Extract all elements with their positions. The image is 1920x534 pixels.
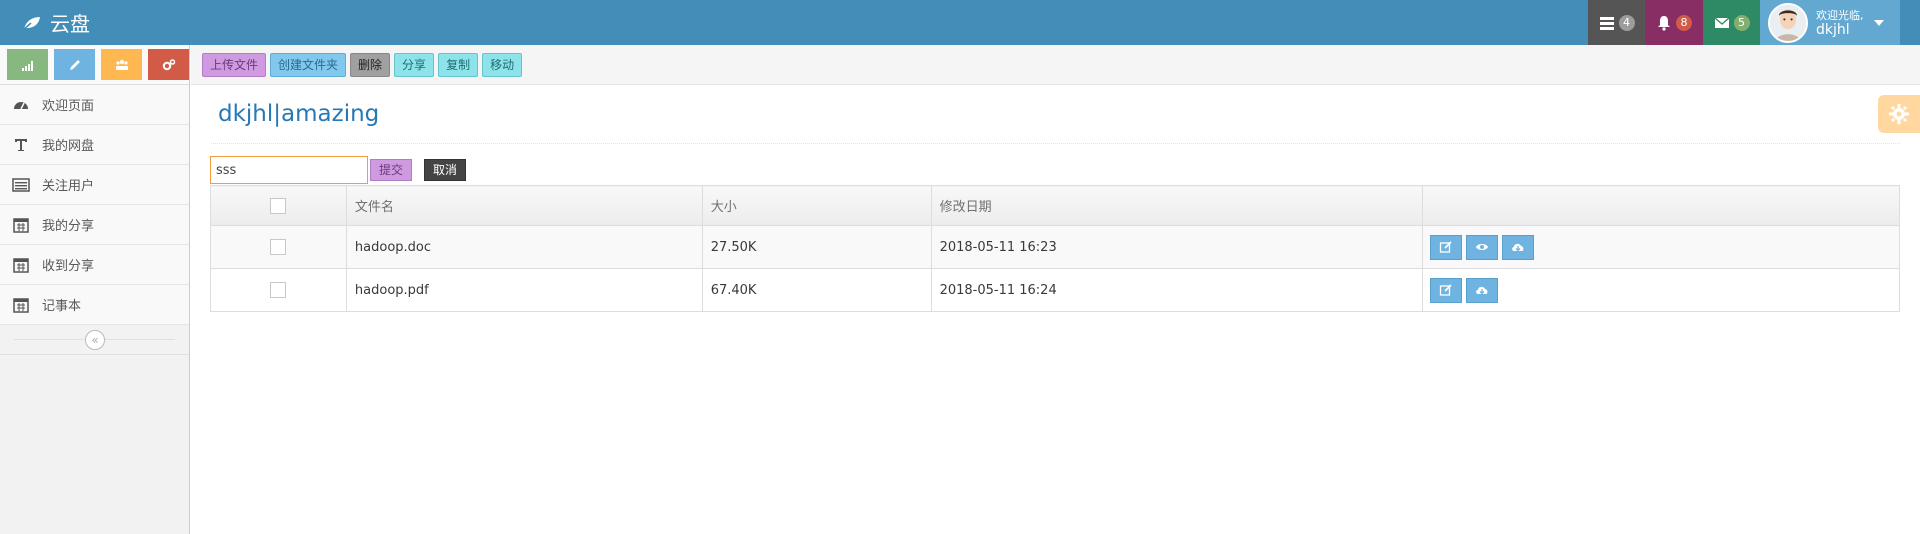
upload-file-button[interactable]: 上传文件: [202, 52, 267, 77]
messages-badge: 5: [1733, 14, 1750, 31]
notifications-button[interactable]: 8: [1645, 0, 1703, 45]
sidebar-item-my-shares[interactable]: 我的分享: [0, 205, 189, 245]
sidebar-item-label: 我的网盘: [42, 139, 95, 154]
tasks-badge: 4: [1618, 14, 1635, 31]
calendar-icon: [12, 256, 30, 274]
shortcut-settings-button[interactable]: [148, 49, 189, 80]
sidebar-item-label: 收到分享: [42, 259, 95, 274]
sidebar-item-label: 我的分享: [42, 219, 95, 234]
move-button[interactable]: 移动: [482, 52, 523, 77]
messages-button[interactable]: 5: [1703, 0, 1760, 45]
shortcut-users-button[interactable]: [101, 49, 142, 80]
download-button[interactable]: [1502, 234, 1535, 260]
signal-icon: [21, 60, 33, 71]
edit-button[interactable]: [1430, 234, 1463, 260]
rename-form: 提交 取消: [210, 156, 467, 184]
table-row: hadoop.pdf 67.40K 2018-05-11 16:24: [210, 268, 1900, 312]
sidebar-item-label: 关注用户: [42, 179, 95, 194]
select-all-checkbox[interactable]: [270, 197, 287, 214]
column-header-size[interactable]: 大小: [701, 185, 932, 226]
envelope-icon: [1714, 17, 1729, 28]
list-icon: [12, 176, 30, 194]
user-avatar-icon: [1770, 4, 1806, 41]
file-name[interactable]: hadoop.pdf: [345, 268, 703, 312]
file-toolbar: 上传文件 创建文件夹 删除 分享 复制 移动: [191, 45, 1920, 85]
calendar-icon: [12, 216, 30, 234]
sidebar-collapse-bar: «: [0, 325, 189, 355]
gear-icon: [1889, 104, 1909, 124]
column-header-modified[interactable]: 修改日期: [930, 185, 1424, 226]
pencil-icon: [69, 59, 80, 70]
shortcut-edit-button[interactable]: [54, 49, 95, 80]
copy-button[interactable]: 复制: [438, 52, 479, 77]
row-actions: [1422, 268, 1900, 312]
edit-button[interactable]: [1430, 277, 1463, 303]
sidebar-item-following[interactable]: 关注用户: [0, 165, 189, 205]
username: dkjhl: [1816, 21, 1850, 38]
bell-icon: [1658, 15, 1670, 31]
shortcut-stats-button[interactable]: [7, 49, 48, 80]
table-header-row: 文件名 大小 修改日期: [210, 185, 1900, 226]
caret-down-icon: [1873, 19, 1884, 26]
text-icon: [12, 136, 30, 154]
sidebar-item-welcome[interactable]: 欢迎页面: [0, 85, 189, 125]
table-row: hadoop.doc 27.50K 2018-05-11 16:23: [210, 225, 1900, 269]
column-header-actions: [1422, 185, 1900, 226]
sidebar-item-label: 欢迎页面: [42, 99, 95, 114]
divider: [211, 143, 1900, 144]
leaf-icon: [22, 16, 40, 31]
dashboard-icon: [12, 96, 30, 114]
select-all-cell: [210, 185, 347, 226]
edit-icon: [1440, 241, 1452, 253]
avatar: [1768, 2, 1808, 43]
settings-panel-button[interactable]: [1878, 95, 1920, 133]
sidebar: 欢迎页面 我的网盘 关注用户 我的分享 收到分享 记事本 «: [0, 45, 190, 534]
tasks-button[interactable]: 4: [1588, 0, 1645, 45]
file-modified: 2018-05-11 16:23: [930, 225, 1424, 269]
row-actions: [1422, 225, 1900, 269]
tasks-icon: [1599, 16, 1614, 30]
row-select-cell: [210, 225, 347, 269]
cogs-icon: [162, 58, 175, 70]
eye-icon: [1476, 244, 1489, 250]
user-menu[interactable]: 欢迎光临, dkjhl: [1760, 0, 1900, 45]
sidebar-item-notebook[interactable]: 记事本: [0, 285, 189, 325]
sidebar-item-label: 记事本: [42, 299, 82, 314]
submit-button[interactable]: 提交: [370, 159, 413, 181]
download-button[interactable]: [1466, 277, 1499, 303]
sidebar-shortcuts: [0, 45, 189, 85]
cancel-button[interactable]: 取消: [424, 159, 467, 181]
group-icon: [115, 59, 128, 70]
edit-icon: [1440, 284, 1452, 296]
cloud-download-icon: [1512, 243, 1524, 252]
main-content: 上传文件 创建文件夹 删除 分享 复制 移动 dkjhl|amazing 提交: [191, 45, 1920, 534]
navbar: 云盘 4 8 5 欢迎光临, dkjhl: [0, 0, 1920, 45]
brand[interactable]: 云盘: [22, 0, 90, 45]
preview-button[interactable]: [1466, 234, 1499, 260]
cloud-download-icon: [1476, 286, 1488, 295]
sidebar-item-received-shares[interactable]: 收到分享: [0, 245, 189, 285]
sidebar-item-my-disk[interactable]: 我的网盘: [0, 125, 189, 165]
file-size: 27.50K: [701, 225, 932, 269]
collapse-sidebar-button[interactable]: «: [85, 330, 105, 350]
brand-title: 云盘: [50, 12, 90, 36]
column-header-name[interactable]: 文件名: [345, 185, 703, 226]
share-button[interactable]: 分享: [394, 52, 435, 77]
delete-button[interactable]: 删除: [350, 52, 391, 77]
row-checkbox[interactable]: [270, 239, 287, 255]
file-size: 67.40K: [701, 268, 932, 312]
rename-input[interactable]: [210, 156, 368, 184]
file-modified: 2018-05-11 16:24: [930, 268, 1424, 312]
calendar-icon: [12, 296, 30, 314]
create-folder-button[interactable]: 创建文件夹: [270, 52, 347, 77]
row-select-cell: [210, 268, 347, 312]
row-checkbox[interactable]: [270, 282, 287, 298]
notifications-badge: 8: [1676, 14, 1692, 31]
file-name[interactable]: hadoop.doc: [345, 225, 703, 269]
page-title: dkjhl|amazing: [218, 101, 380, 127]
user-welcome: 欢迎光临,: [1816, 8, 1864, 22]
file-table: 文件名 大小 修改日期 hadoop.doc 27.50K 2018-05-11…: [210, 185, 1900, 312]
